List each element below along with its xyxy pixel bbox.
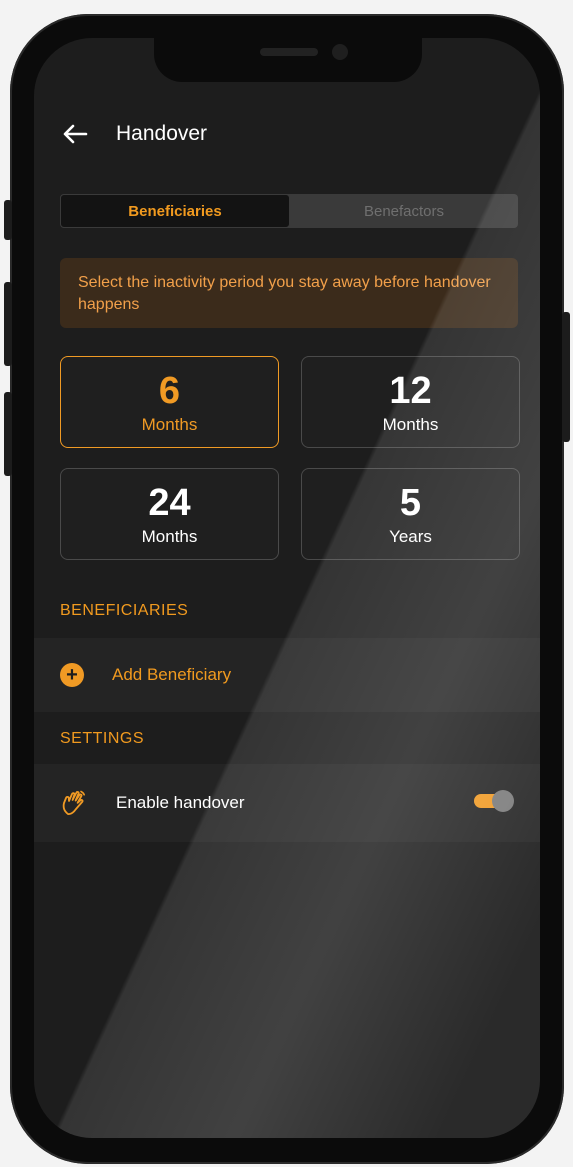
enable-handover-label: Enable handover <box>116 793 245 812</box>
app-header: Handover <box>62 122 207 146</box>
side-button-power <box>562 312 570 442</box>
period-option-12-months[interactable]: 12 Months <box>301 356 520 448</box>
period-option-6-months[interactable]: 6 Months <box>60 356 279 448</box>
side-button-mute <box>4 200 12 240</box>
period-option-24-months[interactable]: 24 Months <box>60 468 279 560</box>
enable-handover-toggle[interactable] <box>474 790 514 812</box>
period-unit: Months <box>382 415 439 434</box>
period-value: 12 <box>389 370 432 412</box>
plus-circle-icon: + <box>60 663 84 687</box>
app-screen: Handover Beneficiaries Benefactors Selec… <box>34 38 540 1138</box>
side-button-volume-down <box>4 392 12 476</box>
page-title: Handover <box>116 122 208 145</box>
tab-beneficiaries[interactable]: Beneficiaries <box>60 194 290 228</box>
add-beneficiary-label: Add Beneficiary <box>112 665 232 684</box>
period-option-5-years[interactable]: 5 Years <box>301 468 520 560</box>
period-unit: Months <box>141 415 198 434</box>
tab-benefactors[interactable]: Benefactors <box>290 194 518 228</box>
add-beneficiary-row[interactable]: + Add Beneficiary <box>34 638 540 712</box>
section-heading-beneficiaries: BENEFICIARIES <box>60 602 189 619</box>
camera-icon <box>332 44 348 60</box>
toggle-knob <box>492 790 514 812</box>
speaker-grille <box>260 48 318 56</box>
notch <box>154 38 422 82</box>
segmented-control: Beneficiaries Benefactors <box>60 194 518 228</box>
section-heading-settings: SETTINGS <box>60 730 145 747</box>
hand-icon <box>62 790 85 815</box>
period-value: 24 <box>148 482 191 524</box>
period-unit: Months <box>141 527 198 546</box>
period-value: 6 <box>158 370 181 412</box>
period-unit: Years <box>389 527 432 546</box>
side-button-volume-up <box>4 282 12 366</box>
period-options: 6 Months 12 Months 24 Months 5 Years <box>60 356 520 560</box>
phone-frame: Handover Beneficiaries Benefactors Selec… <box>4 14 570 1164</box>
enable-handover-row: Enable handover <box>34 764 540 842</box>
arrow-left-icon[interactable] <box>62 123 88 145</box>
period-value: 5 <box>399 482 422 524</box>
info-banner: Select the inactivity period you stay aw… <box>60 258 518 328</box>
